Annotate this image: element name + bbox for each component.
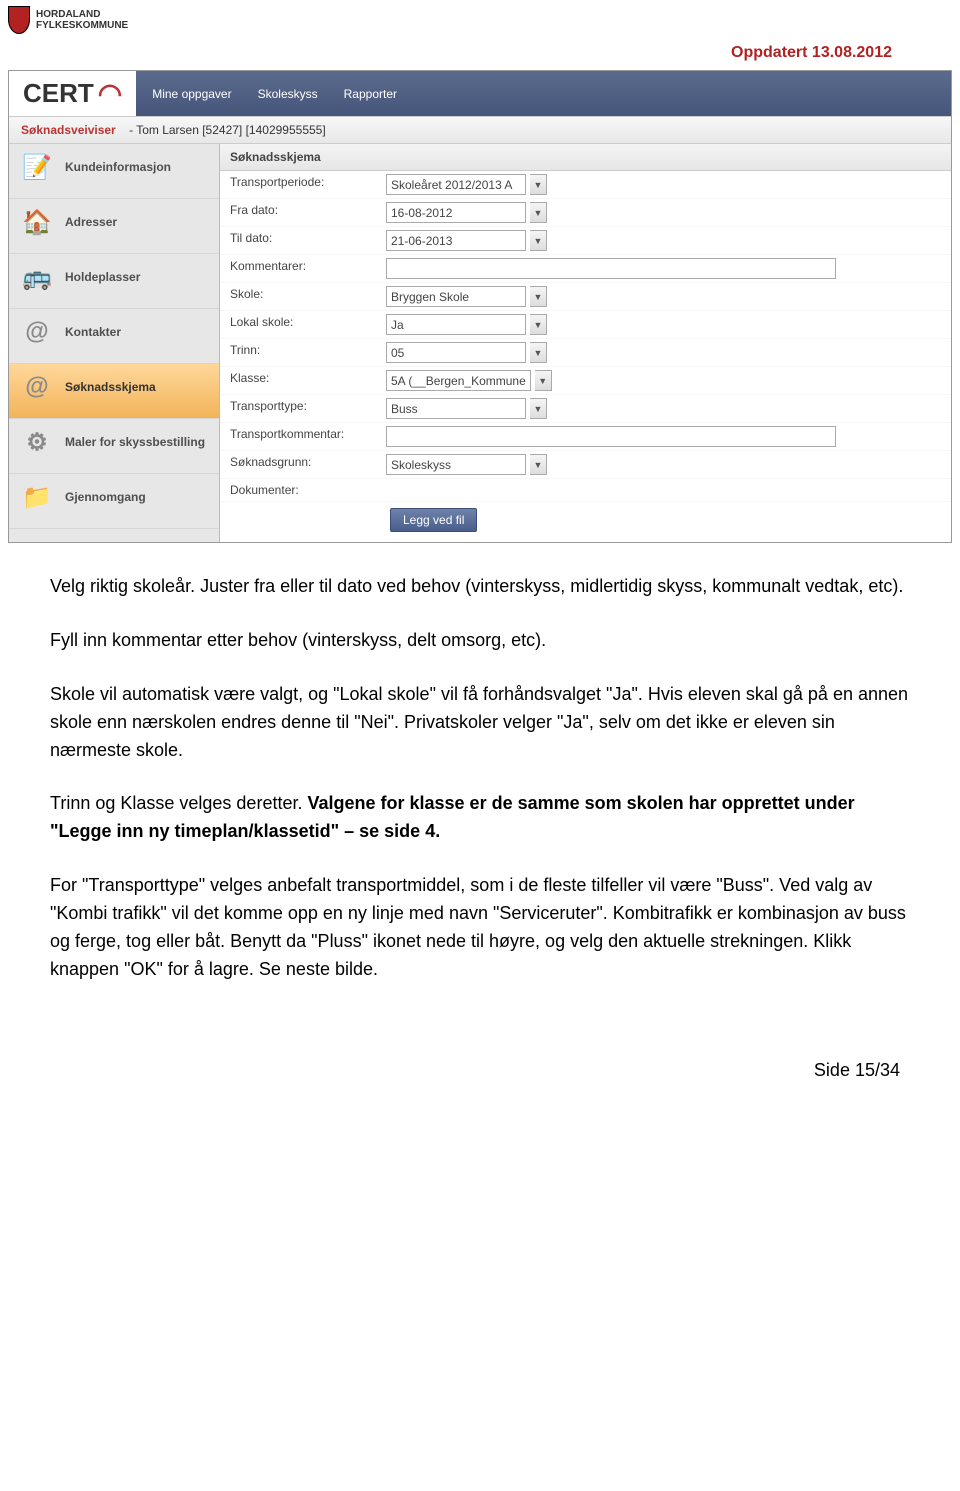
document-body: Velg riktig skoleår. Juster fra eller ti…	[0, 543, 960, 1020]
form-panel: Søknadsskjema Transportperiode: Skoleåre…	[220, 144, 951, 542]
at-icon: @	[19, 315, 55, 349]
field-fra-dato[interactable]: 16-08-2012▼	[386, 202, 945, 223]
field-skole[interactable]: Bryggen Skole▼	[386, 286, 945, 307]
chevron-down-icon[interactable]: ▼	[530, 174, 547, 195]
attach-file-button[interactable]: Legg ved fil	[390, 508, 477, 532]
arc-icon: ◠	[98, 77, 122, 110]
label-transportkommentar: Transportkommentar:	[220, 423, 380, 451]
sidebar: 📝 Kundeinformasjon 🏠 Adresser 🚌 Holdepla…	[9, 144, 220, 542]
sidebar-item-gjennomgang[interactable]: 📁 Gjennomgang	[9, 474, 219, 529]
doc-p5: For "Transporttype" velges anbefalt tran…	[50, 872, 910, 984]
label-klasse: Klasse:	[220, 367, 380, 395]
label-til-dato: Til dato:	[220, 227, 380, 255]
page-header: HORDALAND FYLKESKOMMUNE Oppdatert 13.08.…	[0, 0, 960, 62]
chevron-down-icon[interactable]: ▼	[530, 202, 547, 223]
app-logo: CERT ◠	[9, 71, 136, 116]
org-text: HORDALAND FYLKESKOMMUNE	[36, 9, 128, 31]
label-dokumenter: Dokumenter:	[220, 479, 380, 502]
chevron-down-icon[interactable]: ▼	[530, 398, 547, 419]
app-top: CERT ◠ Mine oppgaver Skoleskyss Rapporte…	[9, 71, 951, 117]
field-soknadsgrunn[interactable]: Skoleskyss▼	[386, 454, 945, 475]
sidebar-item-kontakter[interactable]: @ Kontakter	[9, 309, 219, 364]
label-transportperiode: Transportperiode:	[220, 171, 380, 199]
shield-icon	[8, 6, 30, 34]
chevron-down-icon[interactable]: ▼	[530, 342, 547, 363]
page-number: Side 15/34	[0, 1020, 960, 1101]
form: Transportperiode: Skoleåret 2012/2013 A▼…	[220, 171, 951, 502]
field-trinn[interactable]: 05▼	[386, 342, 945, 363]
label-lokal-skole: Lokal skole:	[220, 311, 380, 339]
chevron-down-icon[interactable]: ▼	[535, 370, 552, 391]
org-logo: HORDALAND FYLKESKOMMUNE	[8, 6, 952, 34]
breadcrumb-label: Søknadsveiviser	[21, 123, 116, 137]
field-kommentarer[interactable]	[386, 258, 945, 279]
doc-p2: Fyll inn kommentar etter behov (vintersk…	[50, 627, 910, 655]
note-icon: 📝	[19, 150, 55, 184]
at-icon: @	[19, 370, 55, 404]
label-kommentarer: Kommentarer:	[220, 255, 380, 283]
chevron-down-icon[interactable]: ▼	[530, 286, 547, 307]
org-line2: FYLKESKOMMUNE	[36, 20, 128, 31]
doc-p1: Velg riktig skoleår. Juster fra eller ti…	[50, 573, 910, 601]
app-body: 📝 Kundeinformasjon 🏠 Adresser 🚌 Holdepla…	[9, 144, 951, 542]
doc-p3: Skole vil automatisk være valgt, og "Lok…	[50, 681, 910, 765]
field-til-dato[interactable]: 21-06-2013▼	[386, 230, 945, 251]
label-transporttype: Transporttype:	[220, 395, 380, 423]
label-fra-dato: Fra dato:	[220, 199, 380, 227]
sidebar-item-adresser[interactable]: 🏠 Adresser	[9, 199, 219, 254]
chevron-down-icon[interactable]: ▼	[530, 314, 547, 335]
chevron-down-icon[interactable]: ▼	[530, 454, 547, 475]
app-shell: CERT ◠ Mine oppgaver Skoleskyss Rapporte…	[8, 70, 952, 543]
updated-date: Oppdatert 13.08.2012	[8, 44, 952, 62]
org-line1: HORDALAND	[36, 9, 128, 20]
gear-icon: ⚙	[19, 425, 55, 459]
field-klasse[interactable]: 5A (__Bergen_Kommune▼	[386, 370, 945, 391]
field-lokal-skole[interactable]: Ja▼	[386, 314, 945, 335]
sidebar-item-maler[interactable]: ⚙ Maler for skyssbestilling	[9, 419, 219, 474]
nav-skoleskyss[interactable]: Skoleskyss	[258, 87, 318, 101]
folder-icon: 📁	[19, 480, 55, 514]
chevron-down-icon[interactable]: ▼	[530, 230, 547, 251]
sidebar-item-kundeinformasjon[interactable]: 📝 Kundeinformasjon	[9, 144, 219, 199]
house-icon: 🏠	[19, 205, 55, 239]
label-skole: Skole:	[220, 283, 380, 311]
bus-icon: 🚌	[19, 260, 55, 294]
panel-title: Søknadsskjema	[220, 144, 951, 171]
nav-rapporter[interactable]: Rapporter	[344, 87, 397, 101]
main-nav: Mine oppgaver Skoleskyss Rapporter	[136, 71, 951, 116]
field-transportkommentar[interactable]	[386, 426, 945, 447]
field-transportperiode[interactable]: Skoleåret 2012/2013 A▼	[386, 174, 945, 195]
breadcrumb-user: - Tom Larsen [52427] [14029955555]	[129, 123, 326, 137]
label-soknadsgrunn: Søknadsgrunn:	[220, 451, 380, 479]
label-trinn: Trinn:	[220, 339, 380, 367]
breadcrumb-bar: Søknadsveiviser - Tom Larsen [52427] [14…	[9, 117, 951, 144]
doc-p4: Trinn og Klasse velges deretter. Valgene…	[50, 790, 910, 846]
sidebar-item-soknadsskjema[interactable]: @ Søknadsskjema	[9, 364, 219, 419]
nav-mine-oppgaver[interactable]: Mine oppgaver	[152, 87, 231, 101]
sidebar-item-holdeplasser[interactable]: 🚌 Holdeplasser	[9, 254, 219, 309]
field-transporttype[interactable]: Buss▼	[386, 398, 945, 419]
